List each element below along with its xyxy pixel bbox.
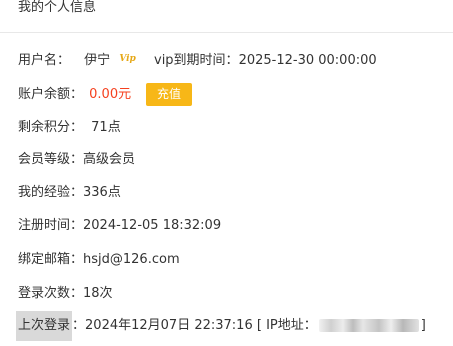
login-count-value: 18次: [83, 286, 113, 301]
login-count-label: 登录次数：: [18, 286, 84, 301]
register-label: 注册时间：: [18, 218, 84, 233]
exp-row: 我的经验：336点: [18, 181, 121, 205]
vip-expire-label: vip到期时间：: [154, 53, 239, 68]
balance-value: 0.00元: [89, 87, 132, 102]
username-value: 伊宁: [84, 53, 111, 68]
level-value: 高级会员: [83, 152, 136, 167]
balance-label: 账户余额：: [18, 87, 84, 102]
ip-address-redacted: [318, 319, 419, 332]
exp-label: 我的经验：: [18, 185, 84, 200]
last-login-row: 上次登录 ：2024年12月07日 22:37:16 [ IP地址：]: [16, 311, 426, 341]
recharge-button[interactable]: 充值: [146, 83, 192, 106]
last-login-sep: ：: [72, 318, 86, 333]
email-row: 绑定邮箱：hsjd@126.com: [18, 248, 180, 272]
level-row: 会员等级：高级会员: [18, 148, 135, 172]
email-value: hsjd@126.com: [83, 252, 180, 267]
points-label: 剩余积分：: [18, 120, 84, 135]
username-label: 用户名：: [18, 53, 71, 68]
ip-suffix: ]: [420, 318, 426, 333]
page-header: 我的个人信息: [0, 0, 453, 33]
email-label: 绑定邮箱：: [18, 252, 84, 267]
last-login-label: 上次登录: [16, 311, 73, 341]
register-row: 注册时间：2024-12-05 18:32:09: [18, 214, 221, 238]
vip-expire-value: 2025-12-30 00:00:00: [238, 53, 377, 68]
username-row: 用户名： 伊宁 Vip vip到期时间：2025-12-30 00:00:00: [18, 49, 377, 73]
exp-value: 336点: [83, 185, 121, 200]
balance-row: 账户余额： 0.00元: [18, 83, 131, 107]
points-row: 剩余积分： 71点: [18, 116, 121, 140]
register-value: 2024-12-05 18:32:09: [83, 218, 222, 233]
last-login-time: 2024年12月07日 22:37:16: [85, 318, 253, 333]
points-value: 71点: [91, 120, 121, 135]
ip-prefix: [ IP地址：: [256, 318, 317, 333]
vip-badge-icon: Vip: [119, 54, 136, 64]
login-count-row: 登录次数：18次: [18, 282, 113, 306]
level-label: 会员等级：: [18, 152, 84, 167]
page-title: 我的个人信息: [18, 0, 97, 15]
